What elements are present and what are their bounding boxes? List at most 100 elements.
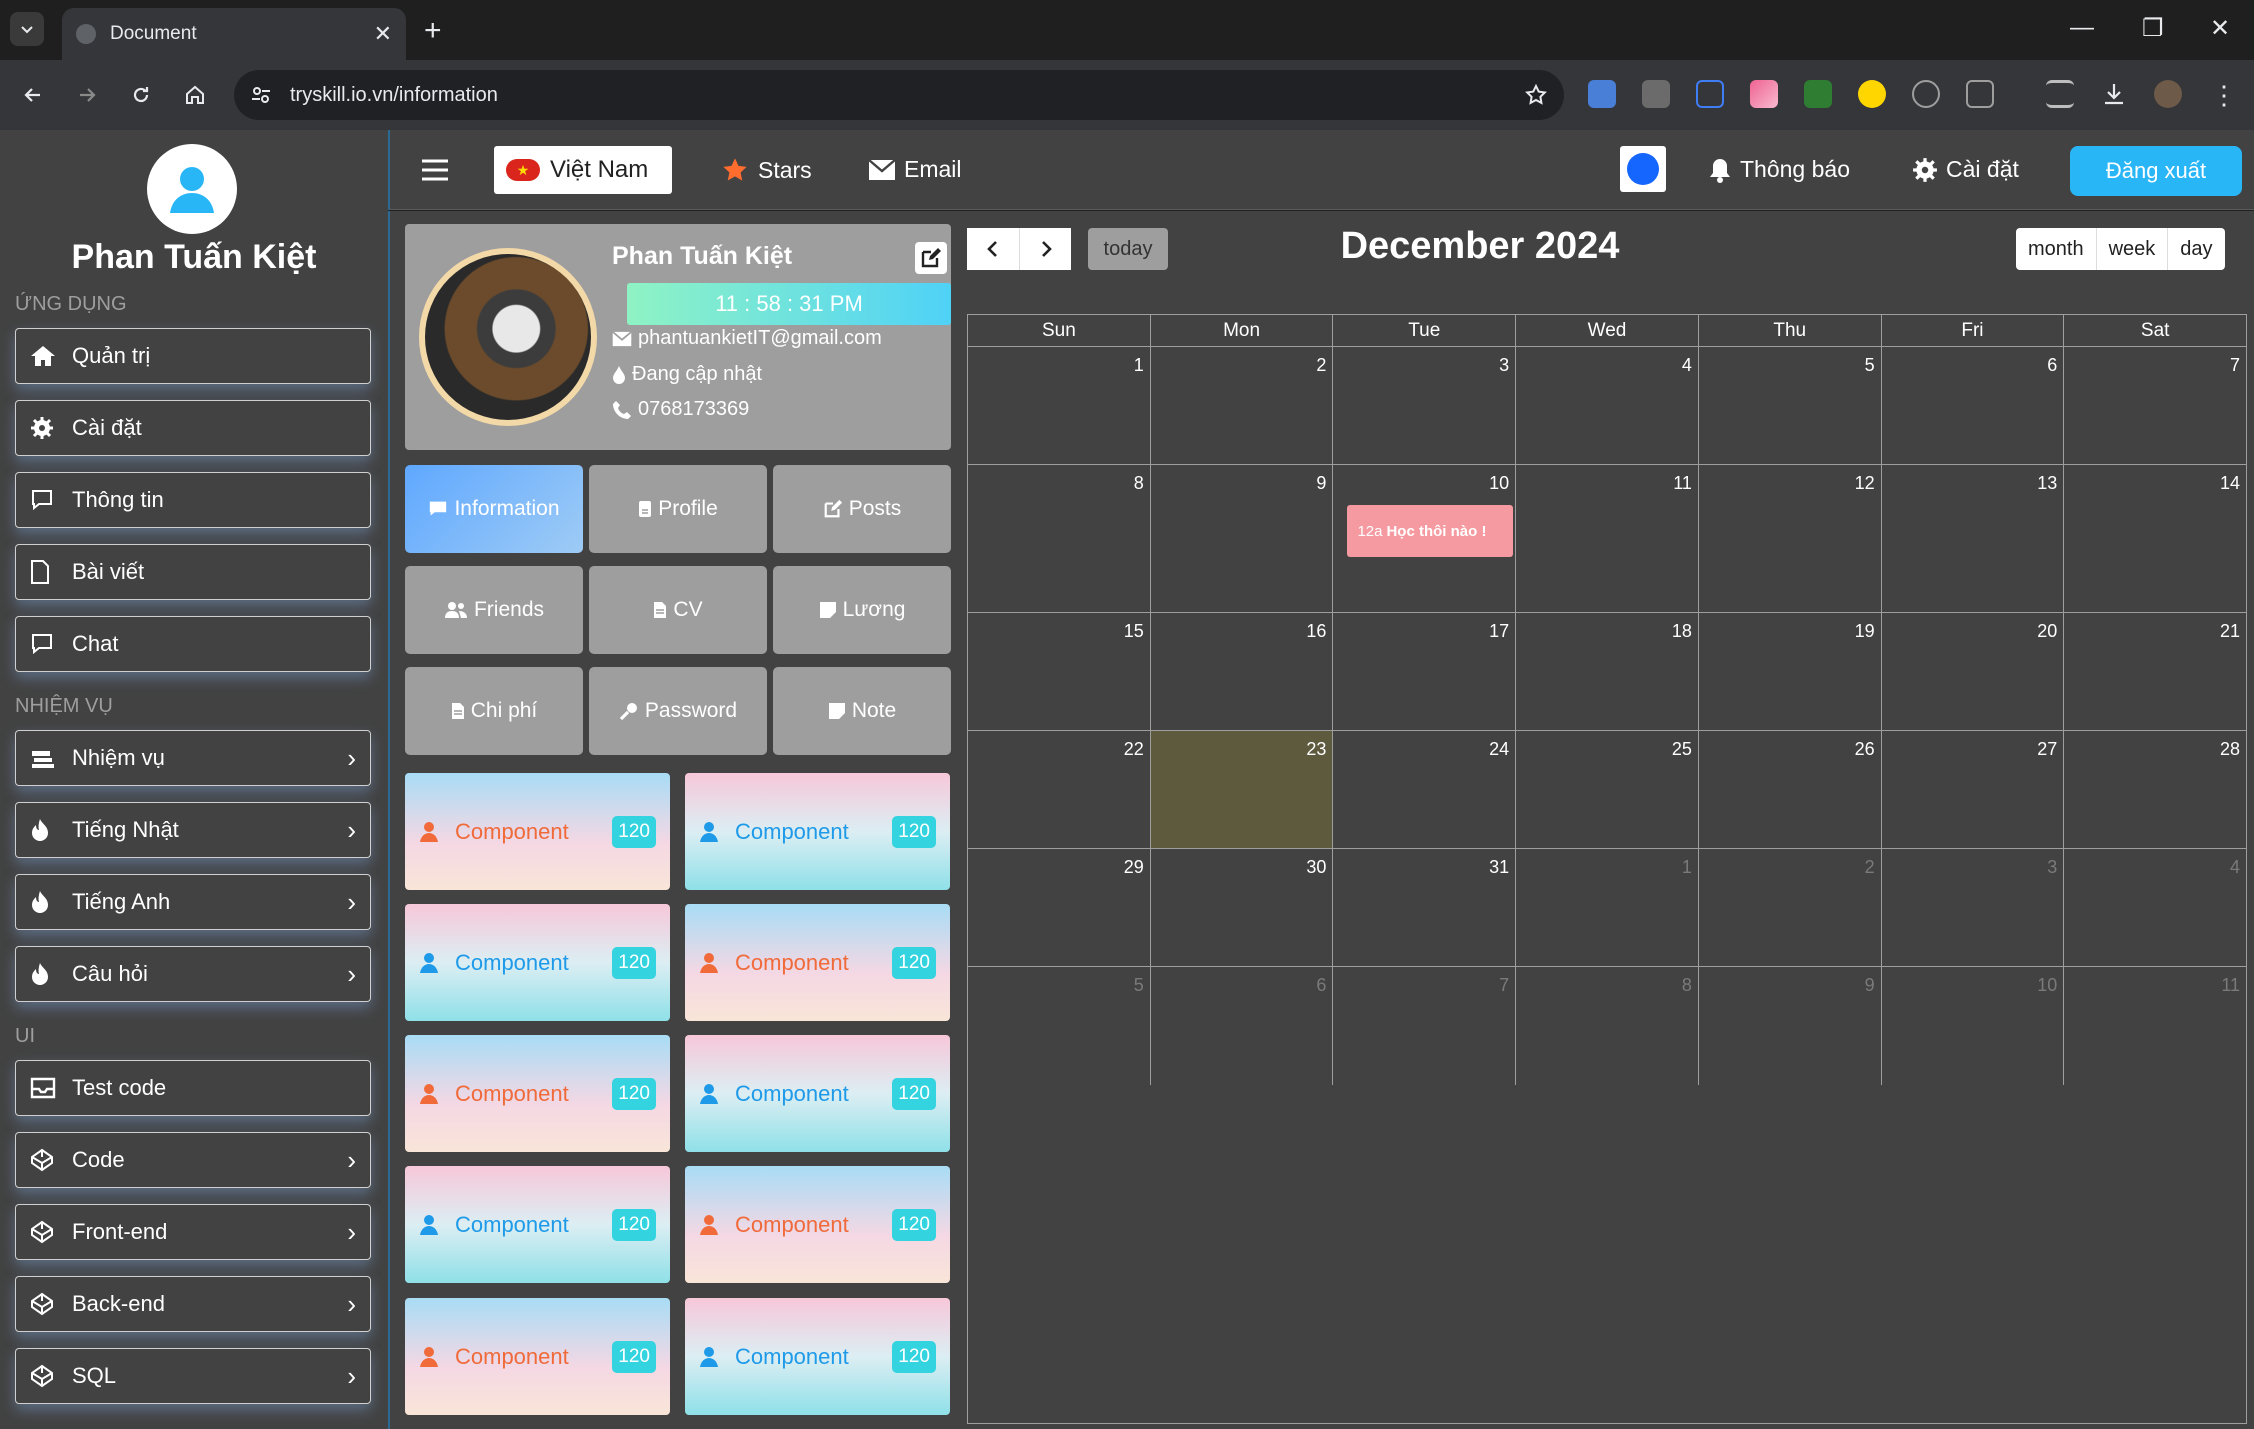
component-card[interactable]: Component 120 bbox=[405, 904, 670, 1021]
calendar-day-cell[interactable]: 6 bbox=[1150, 967, 1334, 1085]
sidebar-item-japanese[interactable]: Tiếng Nhật › bbox=[15, 802, 371, 858]
color-extension-icon[interactable] bbox=[1750, 80, 1778, 108]
day-number[interactable]: 18 bbox=[1672, 621, 1692, 642]
menu-dots-icon[interactable]: ⋮ bbox=[2210, 80, 2238, 110]
minimize-icon[interactable]: — bbox=[2070, 14, 2094, 42]
day-number[interactable]: 14 bbox=[2220, 473, 2240, 494]
forward-button[interactable] bbox=[70, 78, 104, 112]
day-number[interactable]: 4 bbox=[2230, 857, 2240, 878]
component-card[interactable]: Component 120 bbox=[405, 1298, 670, 1415]
back-button[interactable] bbox=[16, 78, 50, 112]
day-number[interactable]: 15 bbox=[1124, 621, 1144, 642]
calendar-day-cell[interactable]: 16 bbox=[1150, 613, 1334, 730]
calendar-day-cell[interactable]: 28 bbox=[2064, 731, 2247, 848]
stars-link[interactable]: Stars bbox=[720, 156, 812, 184]
email-link[interactable]: Email bbox=[868, 156, 962, 183]
calendar-day-cell[interactable]: 24 bbox=[1333, 731, 1517, 848]
component-card[interactable]: Component 120 bbox=[685, 773, 950, 890]
calendar-day-cell[interactable]: 23 bbox=[1150, 731, 1334, 848]
view-month-button[interactable]: month bbox=[2016, 228, 2097, 270]
sidebar-item-tasks[interactable]: Nhiệm vụ › bbox=[15, 730, 371, 786]
new-tab-button[interactable]: + bbox=[424, 14, 442, 48]
day-number[interactable]: 16 bbox=[1306, 621, 1326, 642]
calendar-day-cell[interactable]: 8 bbox=[1516, 967, 1699, 1085]
sidebar-item-sql[interactable]: SQL › bbox=[15, 1348, 371, 1404]
day-number[interactable]: 26 bbox=[1855, 739, 1875, 760]
calendar-day-cell[interactable]: 5 bbox=[1698, 347, 1882, 464]
day-number[interactable]: 12 bbox=[1855, 473, 1875, 494]
calendar-day-cell[interactable]: 11 bbox=[1516, 465, 1699, 612]
address-bar[interactable]: tryskill.io.vn/information bbox=[234, 70, 1564, 120]
screenshot-extension-icon[interactable] bbox=[1696, 80, 1724, 108]
day-number[interactable]: 11 bbox=[1673, 473, 1692, 494]
calendar-event[interactable]: 12a Học thôi nào ! bbox=[1347, 505, 1514, 557]
calendar-day-cell[interactable]: 7 bbox=[1333, 967, 1517, 1085]
reload-button[interactable] bbox=[124, 78, 158, 112]
calendar-day-cell[interactable]: 4 bbox=[1516, 347, 1699, 464]
component-card[interactable]: Component 120 bbox=[405, 773, 670, 890]
calendar-day-cell[interactable]: 27 bbox=[1881, 731, 2065, 848]
home-button[interactable] bbox=[178, 78, 212, 112]
sheet-extension-icon[interactable] bbox=[1804, 80, 1832, 108]
day-number[interactable]: 1 bbox=[1134, 355, 1144, 376]
video-extension-icon[interactable] bbox=[1642, 80, 1670, 108]
day-number[interactable]: 27 bbox=[2037, 739, 2057, 760]
calendar-prev-button[interactable] bbox=[967, 228, 1019, 270]
tab-profile[interactable]: Profile bbox=[589, 465, 767, 553]
calendar-day-cell[interactable]: 15 bbox=[968, 613, 1151, 730]
download-icon[interactable] bbox=[2100, 80, 2128, 108]
sidebar-item-code[interactable]: Code › bbox=[15, 1132, 371, 1188]
day-number[interactable]: 28 bbox=[2220, 739, 2240, 760]
tab-note[interactable]: Note bbox=[773, 667, 951, 755]
calendar-day-cell[interactable]: 22 bbox=[968, 731, 1151, 848]
day-number[interactable]: 8 bbox=[1134, 473, 1144, 494]
calendar-day-cell[interactable]: 2 bbox=[1698, 849, 1882, 966]
tab-friends[interactable]: Friends bbox=[405, 566, 583, 654]
calendar-day-cell[interactable]: 10 12a Học thôi nào ! bbox=[1333, 465, 1517, 612]
calendar-day-cell[interactable]: 17 bbox=[1333, 613, 1517, 730]
day-number[interactable]: 24 bbox=[1489, 739, 1509, 760]
day-number[interactable]: 20 bbox=[2037, 621, 2057, 642]
day-number[interactable]: 25 bbox=[1672, 739, 1692, 760]
translate-extension-icon[interactable] bbox=[1588, 80, 1616, 108]
bookmark-star-icon[interactable] bbox=[1524, 83, 1548, 107]
calendar-day-cell[interactable]: 3 bbox=[1333, 347, 1517, 464]
day-number[interactable]: 9 bbox=[1865, 975, 1875, 996]
calendar-today-button[interactable]: today bbox=[1088, 228, 1168, 270]
sidebar-item-frontend[interactable]: Front-end › bbox=[15, 1204, 371, 1260]
calendar-day-cell[interactable]: 7 bbox=[2064, 347, 2247, 464]
calendar-day-cell[interactable]: 6 bbox=[1881, 347, 2065, 464]
settings-link[interactable]: Cài đặt bbox=[1912, 156, 2019, 183]
day-number[interactable]: 13 bbox=[2037, 473, 2057, 494]
compass-extension-icon[interactable] bbox=[1912, 80, 1940, 108]
component-card[interactable]: Component 120 bbox=[405, 1035, 670, 1152]
component-card[interactable]: Component 120 bbox=[685, 1298, 950, 1415]
calendar-day-cell[interactable]: 26 bbox=[1698, 731, 1882, 848]
site-settings-icon[interactable] bbox=[250, 84, 272, 106]
tab-search-button[interactable] bbox=[10, 12, 44, 46]
day-number[interactable]: 9 bbox=[1316, 473, 1326, 494]
menu-toggle-icon[interactable] bbox=[420, 158, 450, 182]
day-number[interactable]: 22 bbox=[1124, 739, 1144, 760]
day-number[interactable]: 8 bbox=[1682, 975, 1692, 996]
calendar-day-cell[interactable]: 31 bbox=[1333, 849, 1517, 966]
calendar-day-cell[interactable]: 9 bbox=[1698, 967, 1882, 1085]
calendar-day-cell[interactable]: 12 bbox=[1698, 465, 1882, 612]
browser-tab[interactable]: Document ✕ bbox=[62, 8, 406, 60]
language-button[interactable]: ★ Việt Nam bbox=[494, 146, 672, 194]
day-number[interactable]: 10 bbox=[1489, 473, 1509, 494]
day-number[interactable]: 7 bbox=[1499, 975, 1509, 996]
day-number[interactable]: 7 bbox=[2230, 355, 2240, 376]
calendar-day-cell[interactable]: 4 bbox=[2064, 849, 2247, 966]
day-number[interactable]: 3 bbox=[2047, 857, 2057, 878]
day-number[interactable]: 3 bbox=[1499, 355, 1509, 376]
tab-salary[interactable]: Lương bbox=[773, 566, 951, 654]
day-number[interactable]: 5 bbox=[1134, 975, 1144, 996]
day-number[interactable]: 5 bbox=[1865, 355, 1875, 376]
tab-expenses[interactable]: Chi phí bbox=[405, 667, 583, 755]
day-number[interactable]: 17 bbox=[1489, 621, 1509, 642]
day-number[interactable]: 1 bbox=[1682, 857, 1692, 878]
day-number[interactable]: 6 bbox=[1316, 975, 1326, 996]
tab-posts[interactable]: Posts bbox=[773, 465, 951, 553]
calendar-day-cell[interactable]: 11 bbox=[2064, 967, 2247, 1085]
